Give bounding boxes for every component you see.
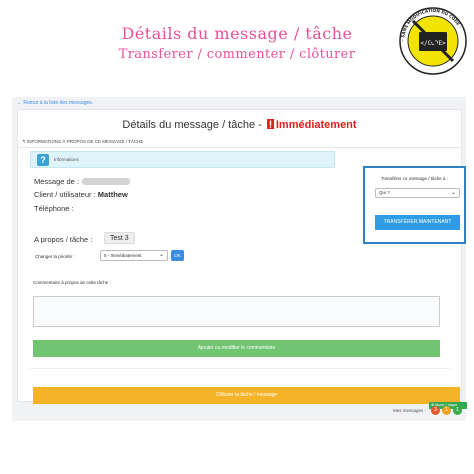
question-icon: ? [37, 154, 49, 166]
chevron-down-icon: ⌄ [450, 190, 456, 196]
message-from-label: Message de : [34, 177, 80, 186]
message-from-blurred-value [82, 178, 131, 185]
messages-count-green[interactable]: 1 [453, 406, 462, 415]
close-task-button[interactable]: Clôturer la tâche / message [33, 387, 460, 404]
client-field: Client / utilisateur : Matthew [34, 190, 128, 199]
back-to-list-link[interactable]: ← Retour à la liste des messages. [17, 100, 93, 106]
about-label: A propos / tâche : [34, 235, 93, 244]
phone-label: Téléphone : [34, 204, 74, 213]
transfer-select-value: Qui ? [379, 190, 390, 195]
divider [30, 368, 450, 369]
info-label: Informations [54, 157, 79, 162]
client-label: Client / utilisateur : [34, 190, 96, 199]
footer-bar: Mes messages : 3 1 1 [12, 405, 466, 419]
urgent-exclamation-icon [266, 119, 274, 129]
about-tag: Test 3 [104, 232, 135, 244]
messages-count-red[interactable]: 3 [431, 406, 440, 415]
priority-select[interactable]: 5 - Immédiatement ⌄ [100, 250, 168, 261]
comment-textarea[interactable] [33, 296, 440, 327]
transfer-now-button[interactable]: TRANSFÉRER MAINTENANT [375, 215, 460, 230]
page-title-text: Détails du message / tâche - [122, 119, 265, 131]
transfer-label: Transférer ce message / tâche à : [380, 176, 449, 181]
message-from-field: Message de : [34, 177, 131, 186]
client-value: Matthew [97, 190, 128, 199]
my-messages-label: Mes messages : [393, 408, 426, 413]
urgency-label: Immédiatement [275, 119, 357, 131]
chevron-down-icon: ⌄ [158, 252, 164, 258]
app-screenshot: ← Retour à la liste des messages. Détail… [12, 97, 467, 421]
page-title: Détails du message / tâche - Immédiateme… [18, 119, 461, 131]
save-comment-button[interactable]: Ajouter ou modifier le commentaire [33, 340, 440, 357]
phone-field: Téléphone : [34, 204, 74, 213]
info-bar: ? Informations [30, 151, 335, 168]
about-field: A propos / tâche : [34, 235, 92, 244]
comment-label: Commentaire à propos de cette tâche : [33, 280, 111, 285]
priority-label: Changer la priorité : [35, 254, 75, 259]
transfer-box: Transférer ce message / tâche à : Qui ? … [363, 166, 466, 244]
task-details-panel: Détails du message / tâche - Immédiateme… [17, 109, 467, 409]
section-header: ↰ INFORMATIONS À PROPOS DE CE MESSAGE / … [18, 137, 461, 148]
no-code-change-badge: · SANS MODIFICATION DU CODE · </CODE> [399, 7, 467, 75]
priority-select-value: 5 - Immédiatement [104, 253, 142, 258]
messages-count-orange[interactable]: 1 [442, 406, 451, 415]
transfer-recipient-select[interactable]: Qui ? ⌄ [375, 188, 460, 198]
priority-ok-button[interactable]: OK [171, 250, 184, 261]
